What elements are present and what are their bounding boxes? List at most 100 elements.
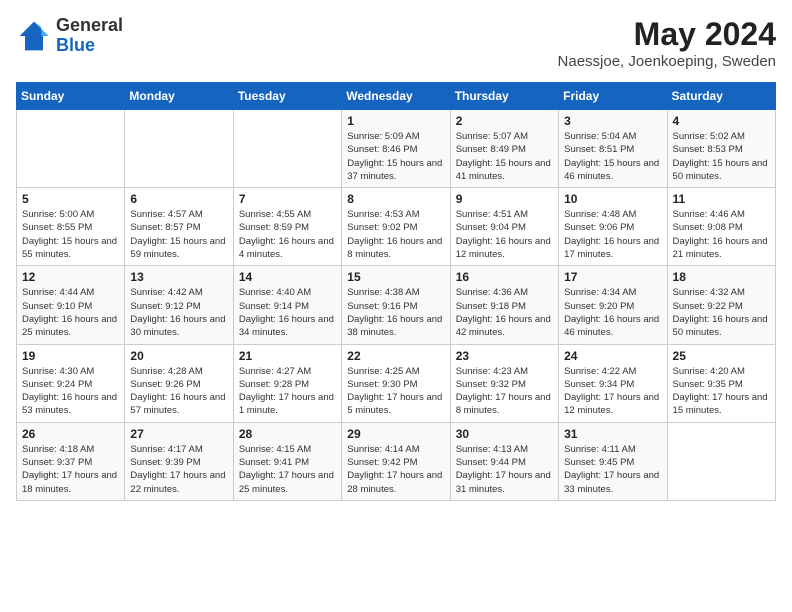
weekday-header-monday: Monday bbox=[125, 83, 233, 110]
calendar-table: SundayMondayTuesdayWednesdayThursdayFrid… bbox=[16, 82, 776, 501]
calendar-cell: 16 Sunrise: 4:36 AMSunset: 9:18 PMDayligh… bbox=[450, 266, 558, 344]
day-number: 30 bbox=[456, 427, 553, 441]
cell-content: Sunrise: 4:34 AMSunset: 9:20 PMDaylight:… bbox=[564, 286, 661, 339]
calendar-cell: 2Sunrise: 5:07 AMSunset: 8:49 PMDaylight… bbox=[450, 110, 558, 188]
day-number: 10 bbox=[564, 192, 661, 206]
calendar-week-row: 26 Sunrise: 4:18 AMSunset: 9:37 PMDayligh… bbox=[17, 422, 776, 500]
cell-content: Sunrise: 5:02 AMSunset: 8:53 PMDaylight:… bbox=[673, 130, 770, 183]
calendar-cell: 24 Sunrise: 4:22 AMSunset: 9:34 PMDayligh… bbox=[559, 344, 667, 422]
cell-content: Sunrise: 4:46 AMSunset: 9:08 PMDaylight:… bbox=[673, 208, 770, 261]
day-number: 14 bbox=[239, 270, 336, 284]
calendar-cell: 13Sunrise: 4:42 AMSunset: 9:12 PMDayligh… bbox=[125, 266, 233, 344]
cell-content: Sunrise: 4:18 AMSunset: 9:37 PMDaylight:… bbox=[22, 443, 119, 496]
cell-content: Sunrise: 4:13 AMSunset: 9:44 PMDaylight:… bbox=[456, 443, 553, 496]
cell-content: Sunrise: 4:36 AMSunset: 9:18 PMDaylight:… bbox=[456, 286, 553, 339]
calendar-cell: 5 Sunrise: 5:00 AMSunset: 8:55 PMDaylight… bbox=[17, 188, 125, 266]
day-number: 3 bbox=[564, 114, 661, 128]
calendar-cell: 1 Sunrise: 5:09 AMSunset: 8:46 PMDaylight… bbox=[342, 110, 450, 188]
calendar-cell: 12Sunrise: 4:44 AMSunset: 9:10 PMDayligh… bbox=[17, 266, 125, 344]
calendar-cell: 23 Sunrise: 4:23 AMSunset: 9:32 PMDayligh… bbox=[450, 344, 558, 422]
calendar-cell bbox=[17, 110, 125, 188]
weekday-header-saturday: Saturday bbox=[667, 83, 775, 110]
day-number: 21 bbox=[239, 349, 336, 363]
day-number: 29 bbox=[347, 427, 444, 441]
cell-content: Sunrise: 5:00 AMSunset: 8:55 PMDaylight:… bbox=[22, 208, 119, 261]
cell-content: Sunrise: 5:09 AMSunset: 8:46 PMDaylight:… bbox=[347, 130, 444, 183]
calendar-cell bbox=[233, 110, 341, 188]
month-year: May 2024 bbox=[558, 16, 776, 53]
cell-content: Sunrise: 4:51 AMSunset: 9:04 PMDaylight:… bbox=[456, 208, 553, 261]
weekday-header-friday: Friday bbox=[559, 83, 667, 110]
calendar-cell: 8 Sunrise: 4:53 AMSunset: 9:02 PMDaylight… bbox=[342, 188, 450, 266]
calendar-cell: 14Sunrise: 4:40 AMSunset: 9:14 PMDayligh… bbox=[233, 266, 341, 344]
page: General Blue May 2024 Naessjoe, Joenkoep… bbox=[0, 0, 792, 517]
day-number: 26 bbox=[22, 427, 119, 441]
calendar-cell: 19 Sunrise: 4:30 AMSunset: 9:24 PMDayligh… bbox=[17, 344, 125, 422]
calendar-cell bbox=[125, 110, 233, 188]
calendar-cell: 28Sunrise: 4:15 AMSunset: 9:41 PMDayligh… bbox=[233, 422, 341, 500]
weekday-row: SundayMondayTuesdayWednesdayThursdayFrid… bbox=[17, 83, 776, 110]
cell-content: Sunrise: 4:17 AMSunset: 9:39 PMDaylight:… bbox=[130, 443, 227, 496]
cell-content: Sunrise: 4:11 AMSunset: 9:45 PMDaylight:… bbox=[564, 443, 661, 496]
day-number: 8 bbox=[347, 192, 444, 206]
cell-content: Sunrise: 4:27 AMSunset: 9:28 PMDaylight:… bbox=[239, 365, 336, 418]
calendar-cell bbox=[667, 422, 775, 500]
cell-content: Sunrise: 4:42 AMSunset: 9:12 PMDaylight:… bbox=[130, 286, 227, 339]
cell-content: Sunrise: 4:23 AMSunset: 9:32 PMDaylight:… bbox=[456, 365, 553, 418]
header: General Blue May 2024 Naessjoe, Joenkoep… bbox=[16, 16, 776, 70]
calendar-cell: 6Sunrise: 4:57 AMSunset: 8:57 PMDaylight… bbox=[125, 188, 233, 266]
weekday-header-wednesday: Wednesday bbox=[342, 83, 450, 110]
calendar-cell: 22 Sunrise: 4:25 AMSunset: 9:30 PMDayligh… bbox=[342, 344, 450, 422]
day-number: 5 bbox=[22, 192, 119, 206]
cell-content: Sunrise: 4:25 AMSunset: 9:30 PMDaylight:… bbox=[347, 365, 444, 418]
day-number: 17 bbox=[564, 270, 661, 284]
day-number: 23 bbox=[456, 349, 553, 363]
calendar-cell: 4 Sunrise: 5:02 AMSunset: 8:53 PMDaylight… bbox=[667, 110, 775, 188]
calendar-header: SundayMondayTuesdayWednesdayThursdayFrid… bbox=[17, 83, 776, 110]
calendar-cell: 27 Sunrise: 4:17 AMSunset: 9:39 PMDayligh… bbox=[125, 422, 233, 500]
day-number: 24 bbox=[564, 349, 661, 363]
logo: General Blue bbox=[16, 16, 123, 56]
calendar-cell: 11 Sunrise: 4:46 AMSunset: 9:08 PMDayligh… bbox=[667, 188, 775, 266]
day-number: 19 bbox=[22, 349, 119, 363]
cell-content: Sunrise: 4:30 AMSunset: 9:24 PMDaylight:… bbox=[22, 365, 119, 418]
calendar-cell: 9 Sunrise: 4:51 AMSunset: 9:04 PMDaylight… bbox=[450, 188, 558, 266]
calendar-body: 1 Sunrise: 5:09 AMSunset: 8:46 PMDaylight… bbox=[17, 110, 776, 501]
calendar-cell: 29 Sunrise: 4:14 AMSunset: 9:42 PMDayligh… bbox=[342, 422, 450, 500]
calendar-cell: 18Sunrise: 4:32 AMSunset: 9:22 PMDayligh… bbox=[667, 266, 775, 344]
logo-icon bbox=[16, 18, 52, 54]
calendar-week-row: 1 Sunrise: 5:09 AMSunset: 8:46 PMDaylight… bbox=[17, 110, 776, 188]
calendar-cell: 30 Sunrise: 4:13 AMSunset: 9:44 PMDayligh… bbox=[450, 422, 558, 500]
day-number: 16 bbox=[456, 270, 553, 284]
day-number: 22 bbox=[347, 349, 444, 363]
cell-content: Sunrise: 4:20 AMSunset: 9:35 PMDaylight:… bbox=[673, 365, 770, 418]
calendar-cell: 31Sunrise: 4:11 AMSunset: 9:45 PMDayligh… bbox=[559, 422, 667, 500]
cell-content: Sunrise: 4:48 AMSunset: 9:06 PMDaylight:… bbox=[564, 208, 661, 261]
cell-content: Sunrise: 4:53 AMSunset: 9:02 PMDaylight:… bbox=[347, 208, 444, 261]
day-number: 4 bbox=[673, 114, 770, 128]
day-number: 25 bbox=[673, 349, 770, 363]
weekday-header-sunday: Sunday bbox=[17, 83, 125, 110]
logo-general-text: General bbox=[56, 15, 123, 35]
cell-content: Sunrise: 4:55 AMSunset: 8:59 PMDaylight:… bbox=[239, 208, 336, 261]
day-number: 1 bbox=[347, 114, 444, 128]
calendar-cell: 10 Sunrise: 4:48 AMSunset: 9:06 PMDayligh… bbox=[559, 188, 667, 266]
calendar-week-row: 19 Sunrise: 4:30 AMSunset: 9:24 PMDayligh… bbox=[17, 344, 776, 422]
day-number: 11 bbox=[673, 192, 770, 206]
cell-content: Sunrise: 4:22 AMSunset: 9:34 PMDaylight:… bbox=[564, 365, 661, 418]
calendar-cell: 25 Sunrise: 4:20 AMSunset: 9:35 PMDayligh… bbox=[667, 344, 775, 422]
calendar-cell: 15Sunrise: 4:38 AMSunset: 9:16 PMDayligh… bbox=[342, 266, 450, 344]
calendar-cell: 7Sunrise: 4:55 AMSunset: 8:59 PMDaylight… bbox=[233, 188, 341, 266]
day-number: 9 bbox=[456, 192, 553, 206]
cell-content: Sunrise: 4:14 AMSunset: 9:42 PMDaylight:… bbox=[347, 443, 444, 496]
location: Naessjoe, Joenkoeping, Sweden bbox=[558, 53, 776, 70]
day-number: 18 bbox=[673, 270, 770, 284]
cell-content: Sunrise: 4:38 AMSunset: 9:16 PMDaylight:… bbox=[347, 286, 444, 339]
calendar-cell: 3Sunrise: 5:04 AMSunset: 8:51 PMDaylight… bbox=[559, 110, 667, 188]
weekday-header-tuesday: Tuesday bbox=[233, 83, 341, 110]
calendar-cell: 21 Sunrise: 4:27 AMSunset: 9:28 PMDayligh… bbox=[233, 344, 341, 422]
cell-content: Sunrise: 4:15 AMSunset: 9:41 PMDaylight:… bbox=[239, 443, 336, 496]
day-number: 27 bbox=[130, 427, 227, 441]
calendar-week-row: 5 Sunrise: 5:00 AMSunset: 8:55 PMDaylight… bbox=[17, 188, 776, 266]
cell-content: Sunrise: 4:28 AMSunset: 9:26 PMDaylight:… bbox=[130, 365, 227, 418]
